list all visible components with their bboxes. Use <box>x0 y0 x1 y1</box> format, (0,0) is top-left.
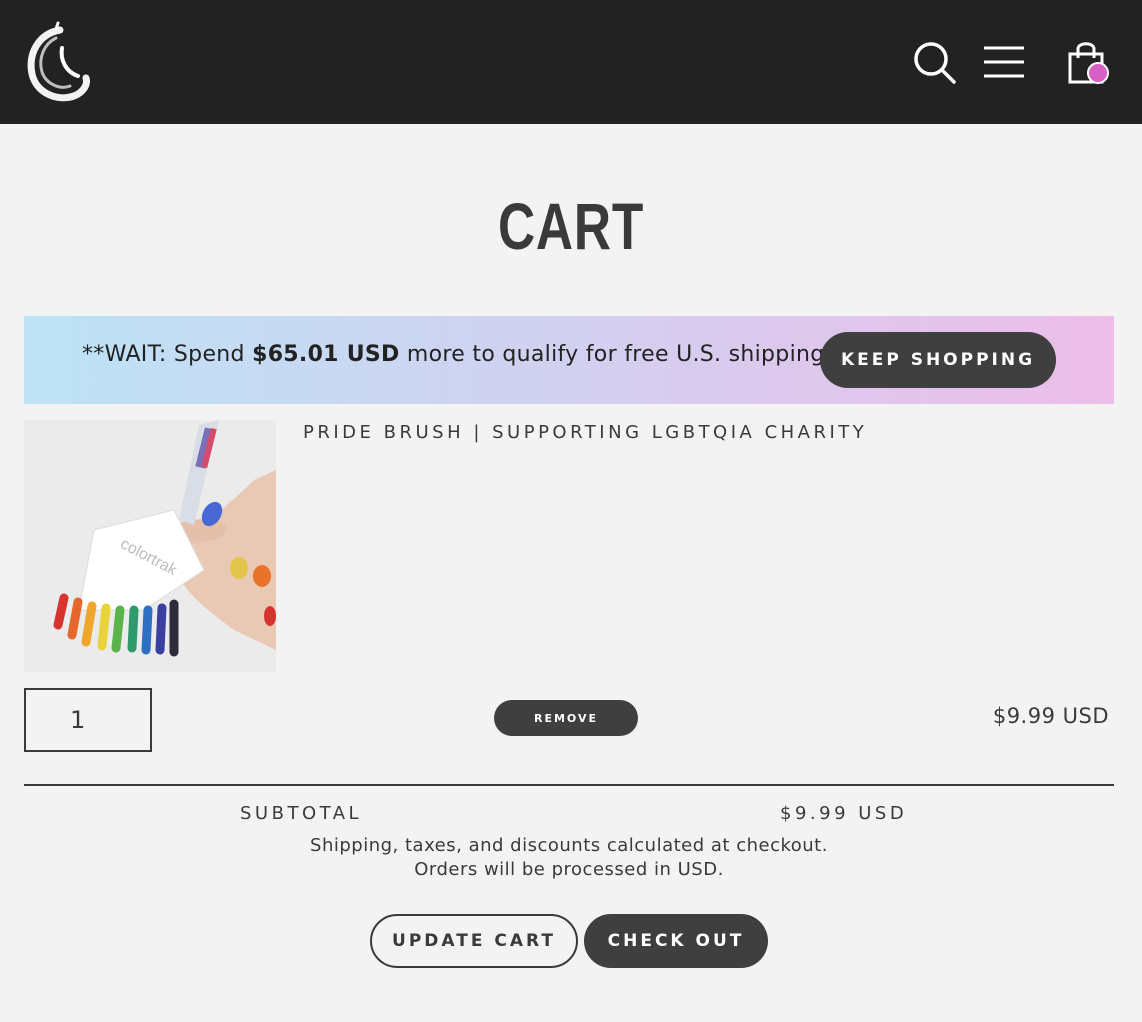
free-shipping-banner: **WAIT: Spend $65.01 USD more to qualify… <box>24 316 1114 404</box>
search-icon[interactable] <box>910 38 958 86</box>
banner-suffix: more to qualify for free U.S. shipping! … <box>399 342 864 367</box>
line-item-price: $9.99 USD <box>992 704 1109 728</box>
checkout-note: Shipping, taxes, and discounts calculate… <box>310 835 828 856</box>
banner-prefix: **WAIT: Spend <box>82 342 253 367</box>
update-cart-button[interactable]: UPDATE CART <box>370 914 578 968</box>
subtotal-label: SUBTOTAL <box>240 803 363 824</box>
free-shipping-message: **WAIT: Spend $65.01 USD more to qualify… <box>82 342 864 367</box>
cart-count-badge <box>1087 62 1109 84</box>
product-title[interactable]: PRIDE BRUSH | SUPPORTING LGBTQIA CHARITY <box>303 422 867 443</box>
product-image[interactable]: colortrak <box>24 420 276 672</box>
page-title: CART <box>497 189 645 263</box>
remove-button[interactable]: REMOVE <box>494 700 638 736</box>
quantity-input[interactable] <box>24 688 152 752</box>
site-header <box>0 0 1142 124</box>
subtotal-value: $9.99 USD <box>780 803 908 824</box>
cart-divider <box>24 784 1114 786</box>
keep-shopping-button[interactable]: KEEP SHOPPING <box>820 332 1056 388</box>
checkout-button[interactable]: CHECK OUT <box>584 914 768 968</box>
banner-amount: $65.01 USD <box>252 342 400 367</box>
hamburger-menu-icon[interactable] <box>980 38 1028 86</box>
brand-logo-icon[interactable] <box>22 20 92 104</box>
currency-note: Orders will be processed in USD. <box>414 859 724 880</box>
